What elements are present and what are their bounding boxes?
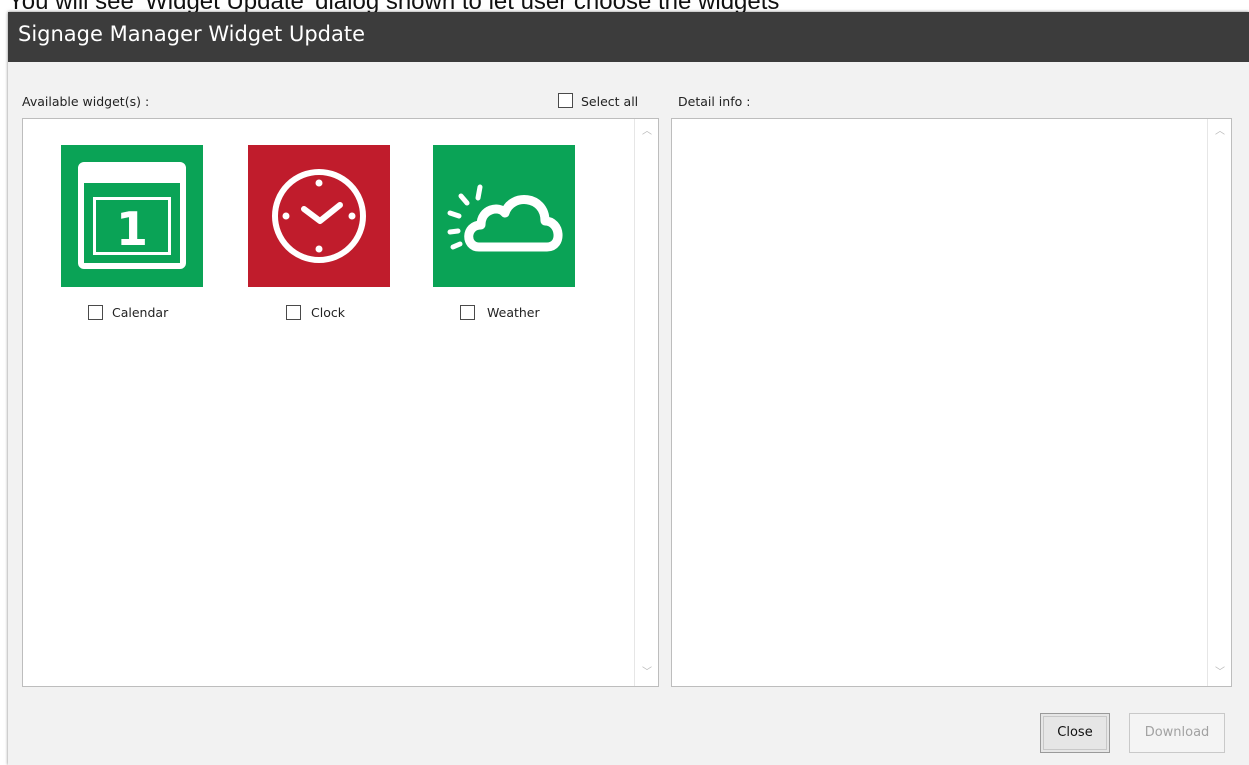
weather-tile[interactable]	[433, 145, 575, 287]
close-button[interactable]: Close	[1040, 713, 1110, 753]
scroll-down-arrow-icon[interactable]: ﹀	[642, 668, 652, 678]
weather-label[interactable]: Weather	[487, 305, 540, 320]
dialog-title: Signage Manager Widget Update	[18, 22, 366, 46]
clock-tile[interactable]	[248, 145, 390, 287]
weather-icon	[433, 145, 575, 287]
available-widgets-panel: ︿ ﹀ 1 Calendar Clock Weather	[22, 118, 659, 687]
scroll-up-arrow-icon[interactable]: ︿	[642, 127, 652, 137]
available-widgets-label: Available widget(s) :	[22, 94, 150, 109]
clock-icon	[248, 145, 390, 287]
select-all-label[interactable]: Select all	[581, 94, 638, 109]
calendar-checkbox[interactable]	[88, 305, 103, 320]
weather-checkbox[interactable]	[460, 305, 475, 320]
clock-checkbox[interactable]	[286, 305, 301, 320]
calendar-tile[interactable]: 1	[61, 145, 203, 287]
download-button[interactable]: Download	[1129, 713, 1225, 753]
detail-info-panel: ︿ ﹀	[671, 118, 1232, 687]
widgets-scrollbar[interactable]: ︿ ﹀	[634, 119, 658, 686]
widget-update-dialog: Signage Manager Widget Update Available …	[8, 12, 1249, 765]
svg-text:1: 1	[116, 202, 148, 256]
detail-scroll-down-arrow-icon[interactable]: ﹀	[1215, 668, 1225, 678]
calendar-label[interactable]: Calendar	[112, 305, 168, 320]
detail-scroll-up-arrow-icon[interactable]: ︿	[1215, 127, 1225, 137]
clock-label[interactable]: Clock	[311, 305, 345, 320]
detail-scrollbar[interactable]: ︿ ﹀	[1207, 119, 1231, 686]
select-all-checkbox[interactable]	[558, 93, 573, 108]
calendar-icon: 1	[61, 145, 203, 287]
detail-info-label: Detail info :	[678, 94, 751, 109]
title-bar[interactable]: Signage Manager Widget Update	[8, 12, 1249, 62]
